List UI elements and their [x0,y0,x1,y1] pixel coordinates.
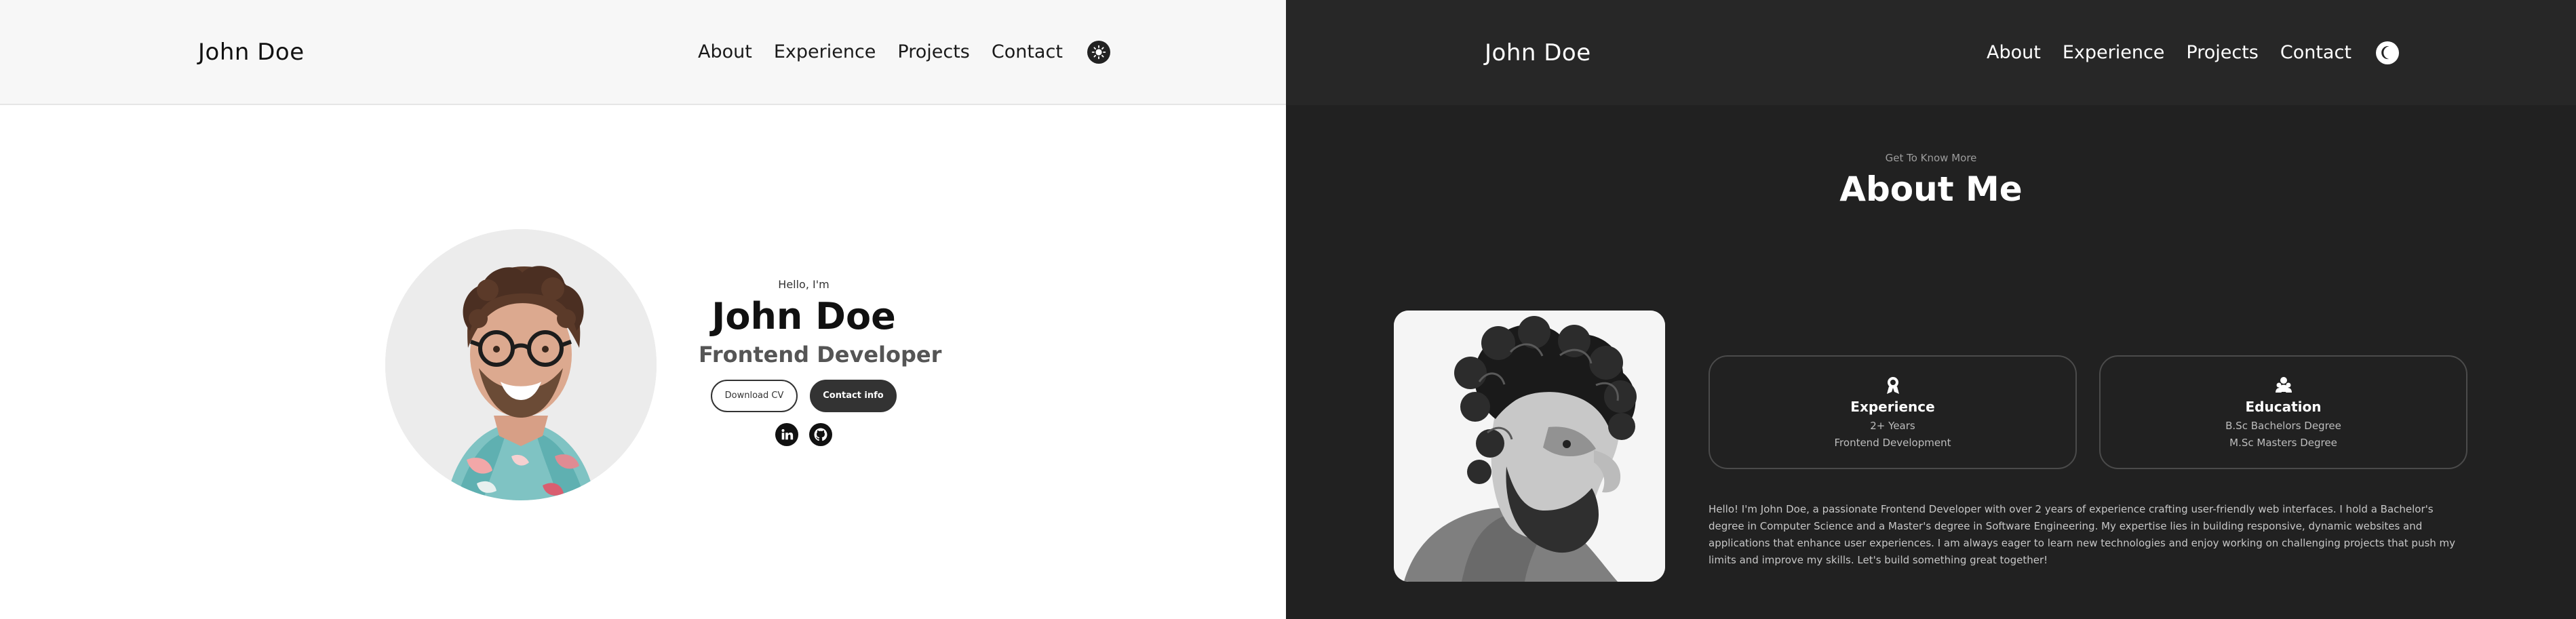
github-icon[interactable] [809,422,832,446]
hero-greeting: Hello, I'm [778,278,830,291]
education-card-title: Education [2245,399,2322,415]
sun-icon [1091,45,1106,59]
about-paragraph: Hello! I'm John Doe, a passionate Fronte… [1709,503,2456,566]
bachelors-degree: B.Sc Bachelors Degree [2225,420,2341,432]
nav-link-about[interactable]: About [698,41,752,62]
nav-link-about-dark[interactable]: About [1987,42,2041,63]
theme-toggle-button-dark[interactable] [2375,41,2399,64]
contact-info-button[interactable]: Contact info [810,379,897,412]
experience-card: Experience 2+ Years Frontend Development [1709,355,2077,469]
experience-years: 2+ Years [1870,420,1915,432]
masters-degree: M.Sc Masters Degree [2229,437,2337,449]
nav-link-experience-dark[interactable]: Experience [2063,42,2165,63]
experience-card-title: Experience [1850,399,1935,415]
award-icon [1884,376,1902,395]
nav-link-experience[interactable]: Experience [774,41,876,62]
about-title: About Me [1839,169,2023,209]
hero-buttons: Download CV Contact info [699,379,909,412]
top-navigation: John Doe About Experience Projects Conta… [0,0,1286,105]
section-kicker: Get To Know More [1885,152,1977,164]
dark-mode-screen: John Doe About Experience Projects Conta… [1286,0,2576,619]
hero-role: Frontend Developer [699,341,942,367]
experience-focus: Frontend Development [1834,437,1951,449]
social-links [699,422,909,446]
top-navigation-dark: John Doe About Experience Projects Conta… [1286,0,2576,105]
moon-icon [2381,46,2389,60]
nav-link-projects-dark[interactable]: Projects [2186,42,2258,63]
hero-text: Hello, I'm John Doe Frontend Developer D… [699,278,942,446]
profile-photo [385,229,657,500]
about-photo [1394,311,1665,582]
education-card: Education B.Sc Bachelors Degree M.Sc Mas… [2099,355,2467,469]
hero-name: John Doe [711,295,896,338]
site-logo-dark[interactable]: John Doe [1485,39,1591,66]
nav-links: About Experience Projects Contact [698,40,1110,64]
nav-link-projects[interactable]: Projects [897,41,969,62]
theme-toggle-button[interactable] [1087,40,1110,64]
site-logo[interactable]: John Doe [198,39,305,66]
light-mode-screen: John Doe About Experience Projects Conta… [0,0,1286,619]
education-icon [2274,376,2293,395]
nav-link-contact[interactable]: Contact [992,41,1063,62]
nav-links-dark: About Experience Projects Contact [1987,41,2399,64]
nav-link-contact-dark[interactable]: Contact [2280,42,2351,63]
linkedin-icon[interactable] [775,422,798,446]
download-cv-button[interactable]: Download CV [711,379,798,412]
